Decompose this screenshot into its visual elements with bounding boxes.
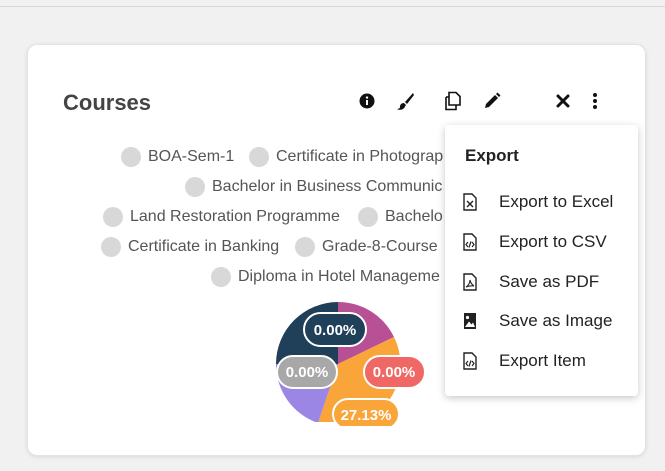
legend-item[interactable]: Land Restoration Programme bbox=[103, 206, 340, 228]
legend-label: Certificate in Banking bbox=[128, 238, 280, 255]
legend-marker bbox=[101, 237, 121, 257]
data-label: 0.00% bbox=[363, 355, 426, 389]
menu-item-label: Export to CSV bbox=[499, 232, 607, 251]
legend-label: Bachelo bbox=[385, 208, 443, 225]
data-label: 0.00% bbox=[303, 312, 367, 347]
menu-item-label: Save as PDF bbox=[499, 272, 600, 291]
export-menu-title: Export bbox=[465, 146, 519, 165]
csv-file-icon bbox=[461, 232, 479, 252]
image-file-icon bbox=[461, 311, 479, 331]
data-label-text: 0.00% bbox=[286, 364, 329, 381]
pie-chart: 0.00% 0.00% 0.00% 27.13% bbox=[276, 301, 426, 426]
menu-item-label: Save as Image bbox=[499, 311, 613, 330]
legend-marker bbox=[121, 147, 141, 167]
close-icon[interactable] bbox=[553, 91, 573, 111]
legend-marker bbox=[185, 177, 205, 197]
legend-label: Certificate in Photograp bbox=[276, 148, 444, 165]
info-icon[interactable] bbox=[357, 91, 377, 111]
more-vertical-icon[interactable] bbox=[585, 91, 605, 111]
legend-label: BOA-Sem-1 bbox=[148, 148, 235, 165]
copy-icon[interactable] bbox=[443, 91, 463, 111]
chart-legend: BOA-Sem-1 Certificate in Photograp Bache… bbox=[88, 140, 448, 300]
data-label: 27.13% bbox=[332, 398, 400, 426]
export-menu: Export Export to Excel Export to CSV Sav… bbox=[445, 125, 638, 396]
legend-label: Grade-8-Course bbox=[322, 238, 438, 255]
legend-label: Diploma in Hotel Manageme bbox=[238, 268, 440, 285]
data-label: 0.00% bbox=[276, 355, 338, 389]
code-file-icon bbox=[461, 351, 479, 371]
legend-marker bbox=[358, 207, 378, 227]
data-label-text: 0.00% bbox=[373, 364, 416, 381]
menu-item-label: Export to Excel bbox=[499, 192, 614, 211]
legend-item[interactable]: Bachelor in Business Communic bbox=[185, 176, 442, 198]
legend-item[interactable]: Diploma in Hotel Manageme bbox=[211, 266, 440, 288]
legend-label: Land Restoration Programme bbox=[130, 208, 340, 225]
data-label-text: 27.13% bbox=[341, 407, 392, 424]
legend-item[interactable]: Certificate in Banking bbox=[101, 236, 279, 258]
top-divider bbox=[0, 6, 665, 7]
pencil-icon[interactable] bbox=[482, 91, 502, 111]
legend-item[interactable]: BOA-Sem-1 bbox=[121, 146, 234, 168]
export-to-csv-item[interactable]: Export to CSV bbox=[461, 228, 631, 256]
legend-item[interactable]: Bachelo bbox=[358, 206, 443, 228]
widget-title: Courses bbox=[63, 90, 152, 115]
pdf-file-icon bbox=[461, 272, 479, 292]
legend-marker bbox=[211, 267, 231, 287]
export-item-item[interactable]: Export Item bbox=[461, 347, 631, 375]
menu-item-label: Export Item bbox=[499, 351, 586, 370]
legend-marker bbox=[295, 237, 315, 257]
brush-icon[interactable] bbox=[395, 91, 415, 111]
legend-item[interactable]: Certificate in Photograp bbox=[249, 146, 443, 168]
legend-marker bbox=[249, 147, 269, 167]
legend-label: Bachelor in Business Communic bbox=[212, 178, 443, 195]
export-to-excel-item[interactable]: Export to Excel bbox=[461, 188, 631, 216]
save-as-image-item[interactable]: Save as Image bbox=[461, 307, 631, 335]
legend-marker bbox=[103, 207, 123, 227]
excel-file-icon bbox=[461, 192, 479, 212]
data-label-text: 0.00% bbox=[314, 322, 357, 339]
save-as-pdf-item[interactable]: Save as PDF bbox=[461, 268, 631, 296]
legend-item[interactable]: Grade-8-Course bbox=[295, 236, 438, 258]
